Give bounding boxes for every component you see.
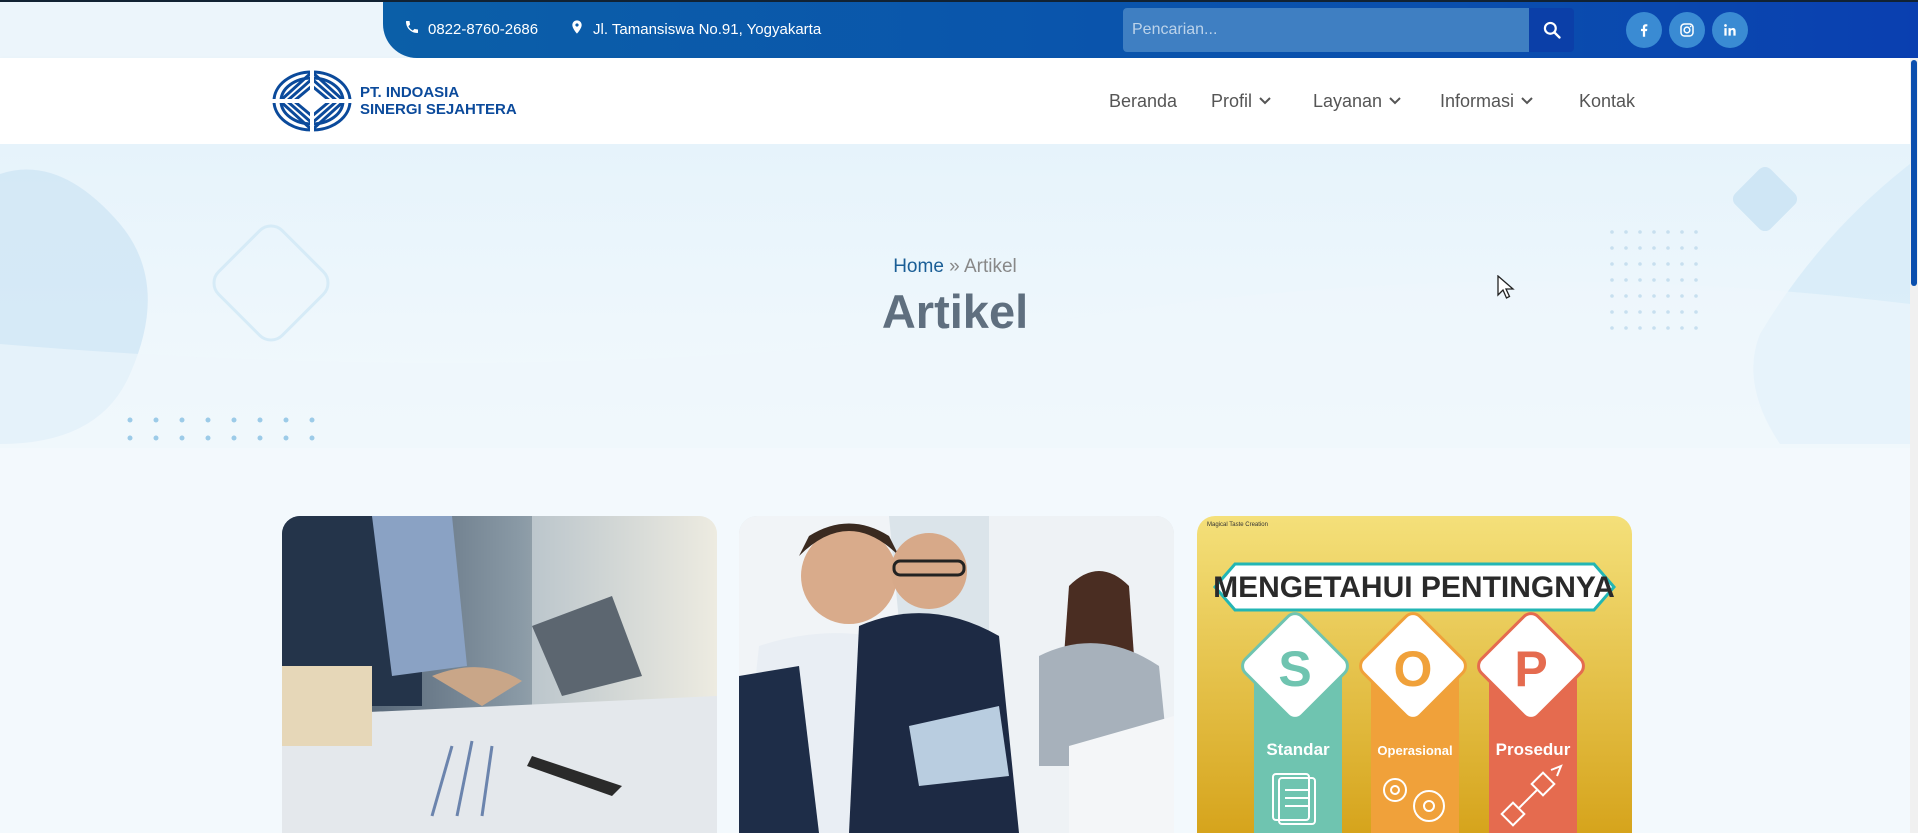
address-contact[interactable]: Jl. Tamansiswa No.91, Yogyakarta <box>569 0 821 58</box>
map-pin-icon <box>569 19 585 39</box>
breadcrumb-separator: » <box>949 256 960 277</box>
breadcrumb: Home » Artikel <box>0 256 1910 278</box>
instagram-icon <box>1680 23 1694 37</box>
company-logo[interactable]: PT. INDOASIA SINERGI SEJAHTERA <box>270 68 517 134</box>
sop-letter-s: S <box>1278 641 1311 697</box>
linkedin-icon <box>1724 24 1736 36</box>
logo-line-1: PT. INDOASIA <box>360 84 460 101</box>
logo-line-2: SINERGI SEJAHTERA <box>360 101 517 118</box>
search-button[interactable] <box>1529 8 1574 52</box>
search-form <box>1123 8 1574 52</box>
phone-icon <box>404 19 420 39</box>
mouse-cursor-icon <box>1497 275 1515 299</box>
nav-informasi[interactable]: Informasi <box>1440 58 1534 144</box>
facebook-icon <box>1641 24 1648 37</box>
instagram-button[interactable] <box>1669 12 1705 48</box>
scrollbar-thumb[interactable] <box>1911 60 1917 286</box>
nav-layanan[interactable]: Layanan <box>1313 58 1402 144</box>
nav-label: Kontak <box>1579 90 1636 111</box>
article-image <box>282 516 717 833</box>
article-image <box>739 516 1174 833</box>
search-icon <box>1543 21 1561 39</box>
search-input[interactable] <box>1123 8 1529 52</box>
nav-profil[interactable]: Profil <box>1211 58 1272 144</box>
address-text: Jl. Tamansiswa No.91, Yogyakarta <box>593 20 822 38</box>
nav-beranda[interactable]: Beranda <box>1109 58 1177 144</box>
article-card[interactable] <box>282 516 717 833</box>
phone-number: 0822-8760-2686 <box>428 20 539 38</box>
nav-label: Layanan <box>1313 90 1383 111</box>
phone-contact[interactable]: 0822-8760-2686 <box>404 0 538 58</box>
image-credit: Magical Taste Creation <box>1207 522 1268 528</box>
nav-label: Beranda <box>1109 90 1178 111</box>
chevron-down-icon <box>1389 97 1401 105</box>
sop-banner-text: MENGETAHUI PENTINGNYA <box>1213 571 1615 604</box>
sop-word-operasional: Operasional <box>1377 743 1452 758</box>
nav-label: Profil <box>1211 90 1253 111</box>
chevron-down-icon <box>1259 97 1271 105</box>
article-image: Magical Taste Creation MENGETAHUI PENTIN… <box>1197 516 1632 833</box>
sop-word-prosedur: Prosedur <box>1496 740 1571 759</box>
page-title: Artikel <box>881 285 1029 338</box>
facebook-button[interactable] <box>1626 12 1662 48</box>
article-card[interactable] <box>739 516 1174 833</box>
sop-letter-o: O <box>1394 641 1433 697</box>
breadcrumb-current: Artikel <box>963 256 1017 277</box>
chevron-down-icon <box>1521 97 1533 105</box>
sop-word-standar: Standar <box>1266 740 1330 759</box>
breadcrumb-home-link[interactable]: Home <box>893 256 944 277</box>
nav-label: Informasi <box>1440 90 1515 111</box>
linkedin-button[interactable] <box>1712 12 1748 48</box>
article-card[interactable]: Magical Taste Creation MENGETAHUI PENTIN… <box>1197 516 1632 833</box>
nav-kontak[interactable]: Kontak <box>1579 58 1635 144</box>
logo-mark-icon <box>270 68 354 134</box>
logo-text: PT. INDOASIA SINERGI SEJAHTERA <box>360 84 517 118</box>
sop-letter-p: P <box>1514 641 1547 697</box>
